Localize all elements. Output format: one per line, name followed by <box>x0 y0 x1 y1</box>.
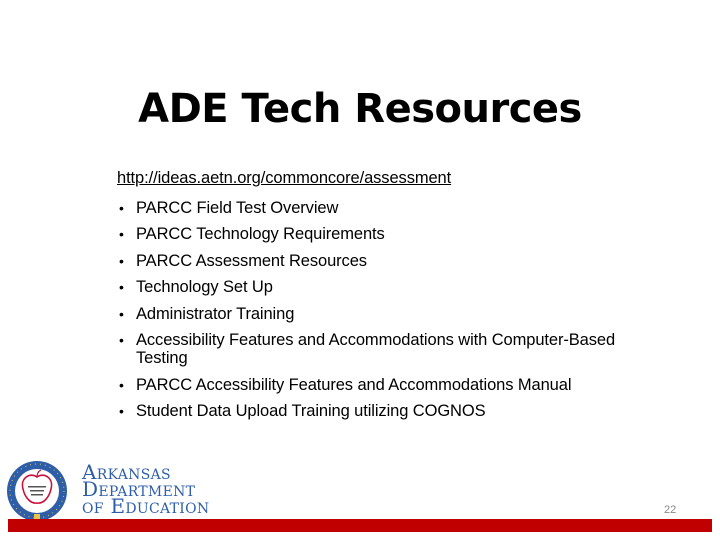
list-item: • PARCC Assessment Resources <box>117 252 657 270</box>
bullet-icon: • <box>119 305 124 322</box>
list-item: • PARCC Technology Requirements <box>117 225 657 243</box>
list-item: • Accessibility Features and Accommodatio… <box>117 331 657 367</box>
bullet-icon: • <box>119 252 124 269</box>
list-item-text: PARCC Technology Requirements <box>136 225 385 243</box>
bullet-icon: • <box>119 199 124 216</box>
list-item-text: PARCC Accessibility Features and Accommo… <box>136 375 572 394</box>
department-seal-icon <box>7 461 67 521</box>
list-item-text: PARCC Assessment Resources <box>136 251 367 270</box>
footer-bar <box>8 519 712 532</box>
list-item-text: Technology Set Up <box>136 278 273 296</box>
logo-line-3: of Education <box>82 494 210 518</box>
list-item: • PARCC Accessibility Features and Accomm… <box>117 376 657 394</box>
list-item-text: Student Data Upload Training utilizing C… <box>136 402 486 420</box>
bullet-icon: • <box>119 279 124 295</box>
bullet-icon: • <box>119 226 124 242</box>
list-item: • Technology Set Up <box>117 278 657 296</box>
bullet-icon: • <box>119 403 124 419</box>
bullet-icon: • <box>119 376 124 393</box>
list-item: • Student Data Upload Training utilizing … <box>117 402 657 420</box>
page-number: 22 <box>664 504 677 516</box>
list-item-text: Administrator Training <box>136 304 295 323</box>
list-item-text: Accessibility Features and Accommodation… <box>136 331 616 367</box>
bullet-icon: • <box>119 332 124 348</box>
ade-wordmark: Arkansas Department of Education <box>82 462 210 518</box>
slide-content: http://ideas.aetn.org/commoncore/assessm… <box>117 166 657 420</box>
resource-list: • PARCC Field Test Overview • PARCC Techno… <box>117 199 657 421</box>
assessment-link[interactable]: http://ideas.aetn.org/commoncore/assessm… <box>117 166 657 190</box>
list-item-text: PARCC Field Test Overview <box>136 198 339 217</box>
list-item: • PARCC Field Test Overview <box>117 199 657 217</box>
slide-title: ADE Tech Resources <box>138 86 582 132</box>
list-item: • Administrator Training <box>117 305 657 323</box>
ade-logo: Arkansas Department of Education <box>6 460 216 522</box>
